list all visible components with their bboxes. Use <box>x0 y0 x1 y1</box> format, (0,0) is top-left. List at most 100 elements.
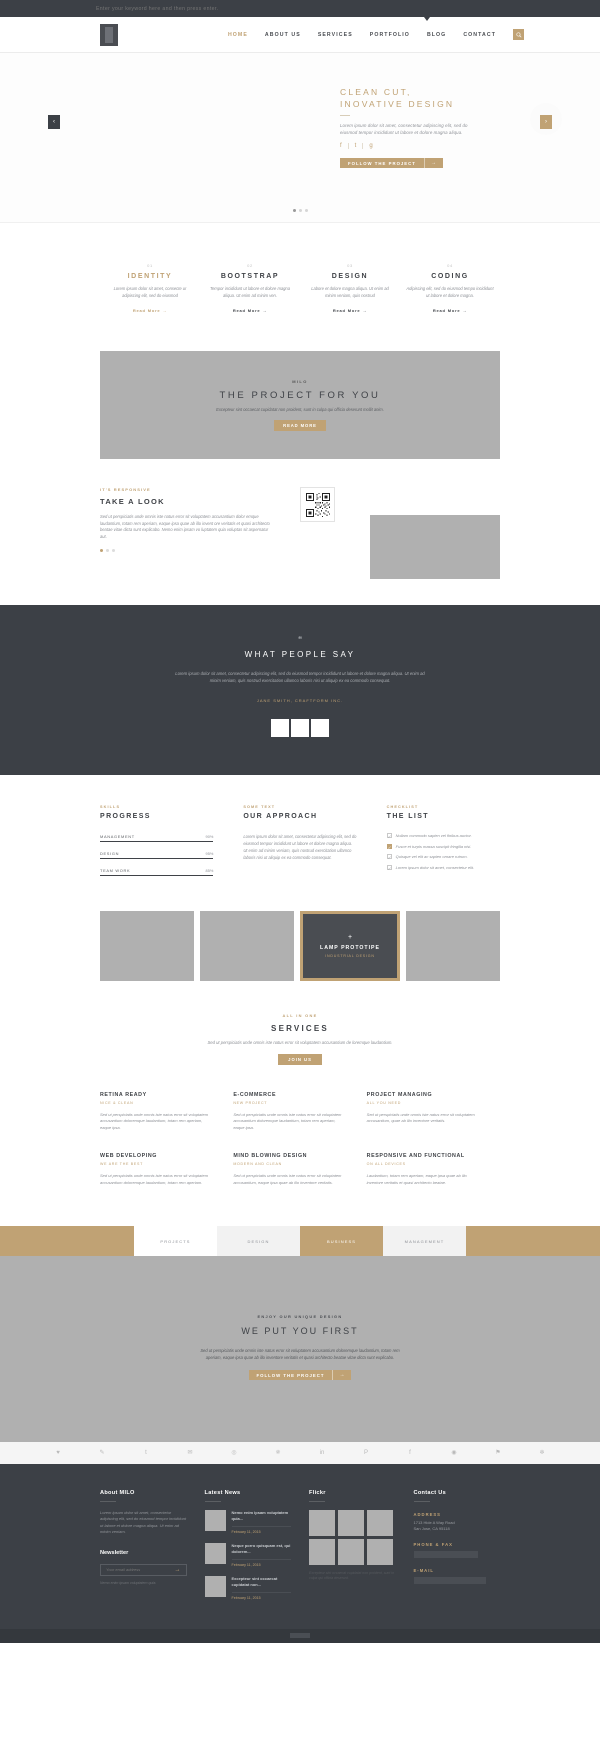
hero-dot-1[interactable] <box>292 209 296 212</box>
hero-title-line1: CLEAN CUT, <box>340 87 412 97</box>
facebook-icon[interactable]: f <box>340 143 342 149</box>
take-a-look-section: IT'S RESPONSIVE TAKE A LOOK Sed ut persp… <box>100 487 500 579</box>
feature-text: Labore et dolore magna aliqua. Ut enim a… <box>311 286 389 298</box>
news-title: Neque porro quisquam est, qui dolorem... <box>231 1542 291 1554</box>
linkedin-icon[interactable]: in <box>300 1450 344 1456</box>
hero-dot-3[interactable] <box>304 209 308 212</box>
star-icon[interactable]: ✵ <box>256 1449 300 1456</box>
portfolio-item-featured[interactable]: + LAMP PROTOTIPE INDUSTRIAL DESIGN <box>300 911 400 981</box>
news-list-item[interactable]: Excepteur sint occaecat cupidatat non...… <box>204 1575 291 1600</box>
look-dot-2[interactable] <box>106 549 109 553</box>
flickr-thumbnail[interactable] <box>367 1538 393 1565</box>
facebook-icon[interactable]: f <box>388 1450 432 1456</box>
feature-title: CODING <box>431 273 469 280</box>
footer-about-column: About MILO Lorem ipsum dolor sit amet, c… <box>100 1490 187 1609</box>
footer-divider <box>100 1500 116 1502</box>
feature-read-more-link[interactable]: Read More → <box>433 308 467 313</box>
feature-read-more-link[interactable]: Read More → <box>233 308 267 313</box>
testimonial-avatar-1[interactable] <box>271 719 289 737</box>
hero-follow-project-label: FOLLOW THE PROJECT <box>348 160 416 166</box>
site-footer: About MILO Lorem ipsum dolor sit amet, c… <box>0 1463 600 1629</box>
hero-dot-2[interactable] <box>298 209 302 212</box>
hero-follow-project-button[interactable]: FOLLOW THE PROJECT → <box>340 158 443 168</box>
quote-icon: ❝ <box>297 635 303 644</box>
service-text: Sed ut perspiciatis unde omnis iste natu… <box>100 1173 209 1185</box>
circle-icon[interactable]: ◎ <box>212 1449 256 1456</box>
services-subtitle: Sed ut perspiciatis unde omnis iste natu… <box>207 1040 393 1045</box>
look-dot-1[interactable] <box>100 549 103 553</box>
footer-divider <box>204 1500 221 1502</box>
portfolio-item-1[interactable] <box>100 911 194 981</box>
flickr-thumbnail[interactable] <box>338 1509 364 1536</box>
feature-read-more-link[interactable]: Read More → <box>133 308 167 313</box>
services-section: ALL IN ONE SERVICES Sed ut perspiciatis … <box>0 1013 600 1066</box>
feature-read-more-link[interactable]: Read More → <box>333 308 367 313</box>
checklist-item[interactable]: ✓ Fusce et turpis massa suscipit fringil… <box>386 843 500 850</box>
checklist-item[interactable]: ✓ Quisque vel elit ac sapien ornare rutr… <box>386 854 500 860</box>
service-text: Sed ut perspiciatis unde omnis iste natu… <box>233 1112 342 1130</box>
checkbox-icon-checked[interactable]: ✓ <box>386 843 392 850</box>
nav-item-about-us[interactable]: ABOUT US <box>265 32 301 38</box>
site-logo[interactable] <box>100 23 118 46</box>
checkbox-icon[interactable]: ✓ <box>386 864 392 871</box>
filter-tab-design[interactable]: DESIGN <box>217 1226 300 1257</box>
search-input[interactable] <box>96 5 296 12</box>
hero-next-button[interactable]: › <box>540 115 552 129</box>
testimonial-avatars <box>0 719 600 737</box>
filter-tab-business[interactable]: BUSINESS <box>300 1226 383 1257</box>
social-separator <box>362 143 364 149</box>
flickr-thumbnail[interactable] <box>338 1538 364 1565</box>
flickr-thumbnail[interactable] <box>367 1509 393 1536</box>
services-join-us-button[interactable]: JOIN US <box>278 1054 322 1065</box>
look-dot-3[interactable] <box>112 549 115 553</box>
heart-icon[interactable]: ♥ <box>36 1450 80 1456</box>
look-text: Sed ut perspiciatis unde omnis iste natu… <box>100 514 270 539</box>
nav-item-services[interactable]: SERVICES <box>318 32 353 38</box>
portfolio-item-4[interactable] <box>406 911 500 981</box>
contact-address-label: ADDRESS <box>413 1511 441 1517</box>
banner-read-more-button[interactable]: READ MORE <box>274 420 326 431</box>
newsletter-email-input[interactable] <box>106 1567 175 1573</box>
checklist-kicker: CHECKLIST <box>386 805 419 809</box>
hero-prev-button[interactable]: ‹ <box>48 115 60 129</box>
checklist-item[interactable]: ✓ Nullam commodo sapien vel finibus auct… <box>386 833 500 839</box>
filter-tab-management[interactable]: MANAGEMENT <box>383 1226 466 1257</box>
twitter-icon[interactable]: t <box>355 143 357 149</box>
snowflake-icon[interactable]: ❄ <box>520 1449 564 1456</box>
checklist-title: THE LIST <box>386 813 429 820</box>
twitter-icon[interactable]: t <box>124 1450 168 1456</box>
nav-item-contact[interactable]: CONTACT <box>463 32 496 38</box>
mail-icon[interactable]: ✉ <box>168 1449 212 1456</box>
testimonial-author: JANE SMITH, CRAFTFORM INC. <box>256 698 344 703</box>
checkbox-icon[interactable]: ✓ <box>386 854 392 860</box>
newsletter-note: Nemo enim ipsam voluptatem quia. <box>100 1580 157 1585</box>
pencil-icon[interactable]: ✎ <box>80 1449 124 1456</box>
news-list-item[interactable]: Neque porro quisquam est, qui dolorem...… <box>204 1542 291 1567</box>
nav-item-blog[interactable]: BLOG <box>427 32 446 38</box>
service-kicker: NEW PROJECT <box>233 1101 268 1105</box>
portfolio-item-2[interactable] <box>200 911 294 981</box>
testimonial-avatar-2[interactable] <box>291 719 309 737</box>
banner-title: THE PROJECT FOR YOU <box>219 390 381 401</box>
checklist-label: Quisque vel elit ac sapien ornare rutrum… <box>395 854 468 859</box>
flag-icon[interactable]: ⚑ <box>476 1449 520 1456</box>
nav-item-home[interactable]: HOME <box>228 32 248 38</box>
flickr-thumbnail[interactable] <box>309 1509 335 1536</box>
nav-item-portfolio[interactable]: PORTFOLIO <box>370 32 410 38</box>
dribbble-icon[interactable]: ◉ <box>432 1449 476 1456</box>
google-plus-icon[interactable]: g <box>369 143 372 149</box>
checklist-item[interactable]: ✓ Lorem ipsum dolor sit amet, consectetu… <box>386 864 500 871</box>
portfolio-row: + LAMP PROTOTIPE INDUSTRIAL DESIGN <box>100 911 500 981</box>
portfolio-featured-subtitle: INDUSTRIAL DESIGN <box>325 954 375 958</box>
news-list-item[interactable]: Nemo enim ipsam voluptatem quia... Febru… <box>204 1509 291 1534</box>
search-toggle-button[interactable] <box>513 29 524 40</box>
newsletter-submit-arrow-icon[interactable]: → <box>175 1567 181 1573</box>
testimonial-avatar-3[interactable] <box>311 719 329 737</box>
pinterest-icon[interactable]: P <box>344 1450 388 1456</box>
checkbox-icon[interactable]: ✓ <box>386 833 392 839</box>
page-root: HOME ABOUT US SERVICES PORTFOLIO BLOG CO… <box>0 0 600 1643</box>
cta-follow-project-button[interactable]: FOLLOW THE PROJECT → <box>248 1370 352 1381</box>
filter-tab-projects[interactable]: PROJECTS <box>134 1226 217 1257</box>
flickr-thumbnail[interactable] <box>309 1538 335 1565</box>
newsletter-form: → <box>100 1563 187 1576</box>
